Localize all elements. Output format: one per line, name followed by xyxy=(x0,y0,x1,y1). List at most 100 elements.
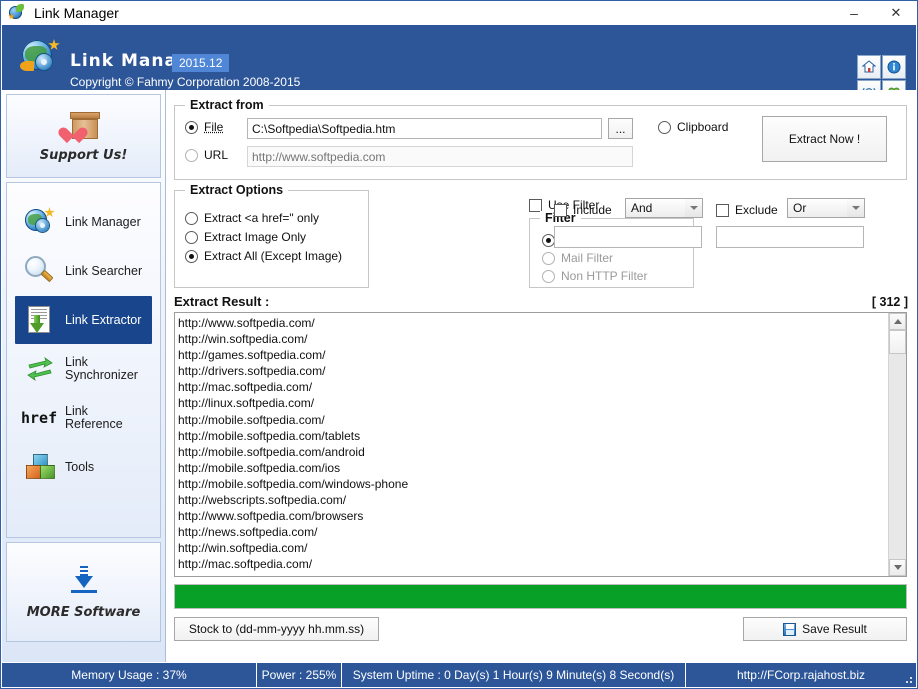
include-row[interactable]: Include xyxy=(554,203,612,217)
option-image-only-label: Extract Image Only xyxy=(204,230,307,244)
result-line[interactable]: http://www.softpedia.com/browsers xyxy=(178,508,888,524)
extract-options-legend: Extract Options xyxy=(185,183,289,197)
include-operator-select[interactable]: And xyxy=(625,198,703,218)
app-banner: Link Manager 2015.12 Copyright © Fahmy C… xyxy=(2,25,916,104)
info-icon[interactable] xyxy=(882,55,906,79)
url-input[interactable] xyxy=(247,146,633,167)
result-line[interactable]: http://webscripts.softpedia.com/ xyxy=(178,492,888,508)
source-url-radio[interactable] xyxy=(185,148,198,162)
close-button[interactable]: ✕ xyxy=(875,1,917,25)
sidebar-item-link-reference[interactable]: href Link Reference xyxy=(15,394,152,442)
scroll-up-icon[interactable] xyxy=(889,313,906,330)
result-line[interactable]: http://mobile.softpedia.com/android xyxy=(178,444,888,460)
sidebar-item-label: Link Synchronizer xyxy=(65,356,138,382)
link-manager-window: Link Manager – ✕ Link Manager 2015.12 Co… xyxy=(0,0,918,689)
result-line[interactable]: http://mac.softpedia.com/ xyxy=(178,556,888,572)
result-line[interactable]: http://linux.softpedia.com/ xyxy=(178,573,888,577)
exclude-operator-select[interactable]: Or xyxy=(787,198,865,218)
sidebar-item-link-extractor[interactable]: Link Extractor xyxy=(15,296,152,344)
minimize-button[interactable]: – xyxy=(833,1,875,25)
chevron-down-icon[interactable] xyxy=(685,199,702,217)
use-filter-checkbox[interactable] xyxy=(529,198,542,212)
scroll-down-icon[interactable] xyxy=(889,559,906,576)
more-software-panel[interactable]: MORE Software xyxy=(6,542,161,642)
app-icon xyxy=(8,4,26,22)
source-file-label: File xyxy=(204,120,224,134)
source-url-radio-row[interactable]: URL xyxy=(185,148,228,162)
result-line[interactable]: http://news.softpedia.com/ xyxy=(178,524,888,540)
exclude-row[interactable]: Exclude xyxy=(716,203,778,217)
result-line[interactable]: http://mac.softpedia.com/ xyxy=(178,379,888,395)
main-content: SOFTPEDIA Extract from File ... URL Clip… xyxy=(166,90,916,663)
link-manager-icon xyxy=(23,205,57,239)
result-line[interactable]: http://win.softpedia.com/ xyxy=(178,331,888,347)
option-extract-all-radio[interactable] xyxy=(185,249,198,263)
result-scrollbar[interactable] xyxy=(888,313,906,576)
resize-grip-icon[interactable] xyxy=(901,672,913,684)
save-result-button[interactable]: Save Result xyxy=(743,617,907,641)
scrollbar-track[interactable] xyxy=(889,354,906,559)
result-line[interactable]: http://drivers.softpedia.com/ xyxy=(178,363,888,379)
sidebar-item-label-line2: Synchronizer xyxy=(65,368,138,382)
result-line[interactable]: http://mobile.softpedia.com/ios xyxy=(178,460,888,476)
exclude-operator-value: Or xyxy=(793,201,807,215)
include-operator-value: And xyxy=(631,201,653,215)
option-href-only-label: Extract <a href=" only xyxy=(204,211,319,225)
browse-file-button[interactable]: ... xyxy=(608,118,633,139)
filter-mail-radio[interactable] xyxy=(542,251,555,265)
scrollbar-thumb[interactable] xyxy=(889,330,906,354)
href-text-icon: href xyxy=(21,409,58,427)
extract-result-label: Extract Result : xyxy=(174,294,270,309)
filter-non-http-row[interactable]: Non HTTP Filter xyxy=(542,269,647,283)
result-line[interactable]: http://games.softpedia.com/ xyxy=(178,347,888,363)
option-href-only-row[interactable]: Extract <a href=" only xyxy=(185,211,319,225)
result-line[interactable]: http://win.softpedia.com/ xyxy=(178,540,888,556)
filter-non-http-radio[interactable] xyxy=(542,269,555,283)
option-image-only-radio[interactable] xyxy=(185,230,198,244)
file-path-input[interactable] xyxy=(247,118,602,139)
option-image-only-row[interactable]: Extract Image Only xyxy=(185,230,306,244)
source-file-radio[interactable] xyxy=(185,120,198,134)
sidebar-item-link-manager[interactable]: Link Manager xyxy=(15,198,152,246)
extract-options-group: Extract Options Extract <a href=" only E… xyxy=(174,183,369,288)
exclude-label: Exclude xyxy=(735,203,778,217)
sidebar-item-label: Tools xyxy=(65,459,95,474)
option-extract-all-row[interactable]: Extract All (Except Image) xyxy=(185,249,342,263)
source-clipboard-radio-row[interactable]: Clipboard xyxy=(658,120,728,134)
result-line[interactable]: http://linux.softpedia.com/ xyxy=(178,395,888,411)
sidebar-item-label: Link Manager xyxy=(65,214,141,229)
include-checkbox[interactable] xyxy=(554,203,567,217)
status-website-url[interactable]: http://FCorp.rajahost.biz xyxy=(686,663,916,687)
copyright-text: Copyright © Fahmy Corporation 2008-2015 xyxy=(70,75,301,89)
stock-to-button[interactable]: Stock to (dd-mm-yyyy hh.mm.ss) xyxy=(174,617,379,641)
chevron-down-icon[interactable] xyxy=(847,199,864,217)
source-clipboard-radio[interactable] xyxy=(658,120,671,134)
support-us-panel[interactable]: Support Us! xyxy=(6,94,161,178)
sidebar-item-link-synchronizer[interactable]: Link Synchronizer xyxy=(15,345,152,393)
include-text-input[interactable] xyxy=(554,226,702,248)
result-line[interactable]: http://www.softpedia.com/ xyxy=(178,315,888,331)
extract-now-button[interactable]: Extract Now ! xyxy=(762,116,887,162)
extract-result-count: [ 312 ] xyxy=(871,295,908,309)
support-us-label: Support Us! xyxy=(39,148,128,163)
donate-box-heart-icon xyxy=(62,109,106,143)
more-software-label: MORE Software xyxy=(26,604,141,620)
extract-result-list[interactable]: http://www.softpedia.com/http://win.soft… xyxy=(174,312,907,577)
magnifier-icon xyxy=(23,254,57,288)
status-uptime: System Uptime : 0 Day(s) 1 Hour(s) 9 Min… xyxy=(342,663,686,687)
result-line[interactable]: http://mobile.softpedia.com/windows-phon… xyxy=(178,476,888,492)
option-href-only-radio[interactable] xyxy=(185,211,198,225)
exclude-checkbox[interactable] xyxy=(716,203,729,217)
exclude-text-input[interactable] xyxy=(716,226,864,248)
filter-mail-row[interactable]: Mail Filter xyxy=(542,251,613,265)
source-file-radio-row[interactable]: File xyxy=(185,120,223,134)
result-line[interactable]: http://mobile.softpedia.com/tablets xyxy=(178,428,888,444)
filter-mail-label: Mail Filter xyxy=(561,251,614,265)
sidebar-item-link-searcher[interactable]: Link Searcher xyxy=(15,247,152,295)
include-label: Include xyxy=(573,203,612,217)
result-line[interactable]: http://mobile.softpedia.com/ xyxy=(178,412,888,428)
home-icon[interactable] xyxy=(857,55,881,79)
sidebar-item-tools[interactable]: Tools xyxy=(15,443,152,491)
sidebar-item-label: Link Extractor xyxy=(65,312,142,327)
window-title: Link Manager xyxy=(34,5,119,21)
